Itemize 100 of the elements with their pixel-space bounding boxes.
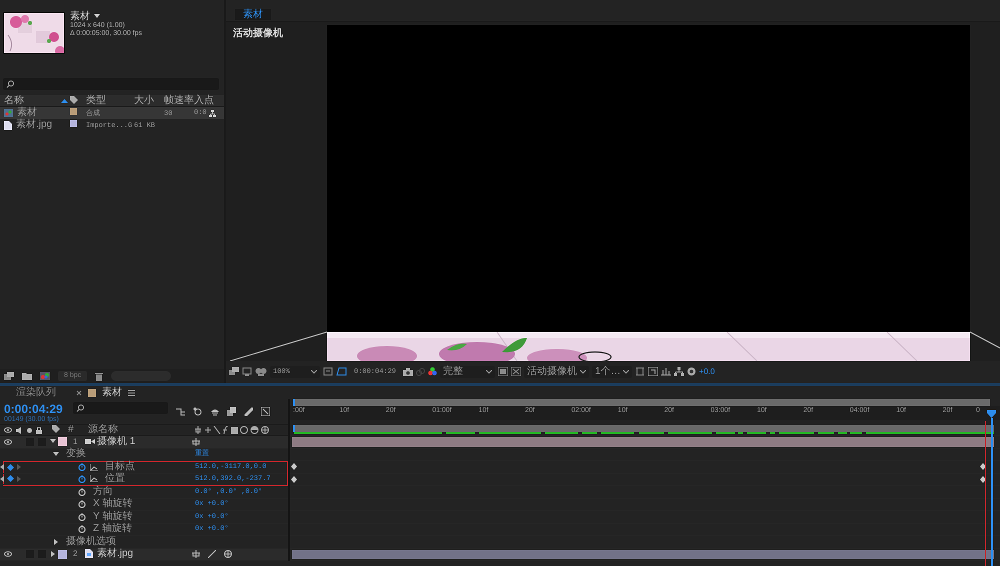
layer-number: 1 [72, 436, 78, 448]
stopwatch-icon[interactable] [78, 512, 86, 521]
layer-name[interactable]: 摄像机 1 [97, 436, 192, 448]
column-header[interactable]: 大小 [134, 94, 164, 106]
eye-icon[interactable] [4, 438, 12, 445]
stopwatch-icon[interactable] [78, 474, 86, 483]
mask-icon[interactable] [255, 367, 267, 376]
twirl-arrow-icon[interactable] [53, 538, 59, 545]
caret-icon [486, 370, 492, 374]
property-name[interactable]: Z 轴旋转 [93, 523, 132, 536]
layer-name[interactable]: 素材.jpg [97, 548, 192, 560]
search-icon [76, 404, 85, 412]
tag-icon[interactable] [70, 96, 78, 104]
property-name[interactable]: 位置 [105, 472, 125, 485]
shy-switch-icon[interactable] [192, 550, 200, 558]
motion-blur-icon[interactable] [244, 407, 253, 416]
eye-icon[interactable] [4, 427, 12, 433]
property-name[interactable]: 目标点 [105, 461, 135, 474]
stopwatch-icon[interactable] [78, 488, 86, 496]
column-header[interactable]: 源名称 [84, 424, 195, 436]
3d-layer-switch-icon[interactable] [224, 550, 232, 558]
quality-switch-icon[interactable] [208, 550, 216, 558]
twirl-arrow-icon[interactable] [50, 550, 56, 557]
folder-icon[interactable] [22, 372, 32, 380]
composition-tab[interactable]: 素材 [235, 9, 271, 20]
monitor-icon[interactable] [242, 367, 252, 376]
lock-icon[interactable] [36, 426, 42, 434]
timeline-tab[interactable]: 渲染队列 [16, 386, 56, 398]
caret-icon [623, 370, 630, 374]
flowchart-icon[interactable] [208, 110, 216, 116]
composition-icon [4, 109, 13, 117]
perspective-line [970, 332, 1000, 348]
camera-icon[interactable] [403, 368, 414, 376]
sort-arrow-icon[interactable] [61, 98, 68, 102]
item-name: 素材.jpg [16, 119, 52, 131]
color-channels-icon[interactable] [428, 367, 438, 376]
fast-preview-icon[interactable] [648, 367, 658, 376]
column-header[interactable]: 名称 [4, 94, 24, 106]
stopwatch-icon[interactable] [78, 463, 86, 472]
twirl-arrow-icon[interactable] [53, 451, 59, 458]
tag-icon[interactable] [52, 425, 60, 434]
caret-icon [580, 370, 586, 374]
solo-icon[interactable] [27, 428, 32, 432]
pixel-aspect-icon[interactable] [635, 367, 646, 376]
property-name[interactable]: 方向 [93, 486, 113, 498]
timeline-tab[interactable]: 素材 [102, 386, 122, 398]
preview-icon[interactable] [229, 367, 239, 376]
layer-number: 2 [72, 548, 78, 560]
flowchart-icon[interactable] [674, 367, 684, 376]
resolution-dropdown[interactable]: 完整 [440, 366, 496, 378]
property-group-name[interactable]: 摄像机选项 [66, 536, 116, 548]
region-icon[interactable] [336, 367, 347, 376]
flowchart-icon[interactable] [176, 407, 185, 416]
close-icon[interactable] [76, 390, 82, 396]
view-layout-dropdown[interactable]: 1个… [592, 366, 632, 378]
draft-3d-icon[interactable] [192, 407, 202, 416]
label-color[interactable] [58, 437, 67, 446]
column-header[interactable]: 入点 [194, 94, 220, 106]
interpret-footage-icon[interactable] [4, 372, 14, 380]
column-header[interactable]: 帧速率 [164, 94, 194, 106]
transparency-grid-icon[interactable] [498, 367, 508, 376]
timeline-icon[interactable] [661, 367, 672, 376]
shy-icon[interactable] [210, 407, 219, 416]
file-icon [4, 120, 12, 130]
grid-icon[interactable] [511, 367, 522, 376]
eye-icon[interactable] [4, 551, 12, 558]
property-name[interactable]: Y 轴旋转 [93, 510, 132, 523]
playhead-icon[interactable] [987, 410, 996, 418]
graph-editor-icon[interactable] [260, 407, 270, 416]
current-time[interactable]: 0:00:04:29 [4, 403, 63, 416]
file-icon [85, 549, 93, 558]
keyframe-icon[interactable] [7, 475, 14, 482]
search-field[interactable] [3, 78, 219, 90]
graph-icon[interactable] [90, 475, 98, 482]
frame-blending-icon[interactable] [226, 407, 236, 416]
property-name[interactable]: X 轴旋转 [93, 498, 132, 510]
property-group-name[interactable]: 变换 [66, 448, 86, 460]
trash-icon[interactable] [95, 372, 104, 380]
view-label: 活动摄像机 [233, 28, 283, 40]
search-field[interactable] [72, 402, 168, 414]
twirl-arrow-icon[interactable] [50, 438, 56, 444]
video-camera-icon [85, 438, 95, 445]
column-header[interactable]: # [64, 424, 84, 436]
camera-dropdown[interactable]: 活动摄像机 [524, 366, 590, 378]
stopwatch-icon[interactable] [78, 500, 86, 508]
speaker-icon[interactable] [16, 426, 23, 434]
fit-icon[interactable] [323, 367, 333, 376]
dropdown-arrow-icon[interactable] [94, 14, 100, 19]
keyframe-icon[interactable] [7, 464, 14, 471]
search-icon [6, 80, 15, 88]
exposure-icon[interactable] [687, 367, 696, 376]
graph-icon[interactable] [90, 464, 98, 471]
caret-icon [311, 370, 317, 374]
item-name: 素材 [17, 107, 37, 118]
menu-icon[interactable] [128, 390, 135, 396]
shy-switch-icon[interactable] [192, 438, 200, 446]
column-header[interactable]: 类型 [86, 94, 134, 106]
stopwatch-icon[interactable] [78, 525, 86, 534]
label-color[interactable] [58, 550, 67, 559]
exposure-value[interactable]: +0.0 [699, 366, 715, 378]
